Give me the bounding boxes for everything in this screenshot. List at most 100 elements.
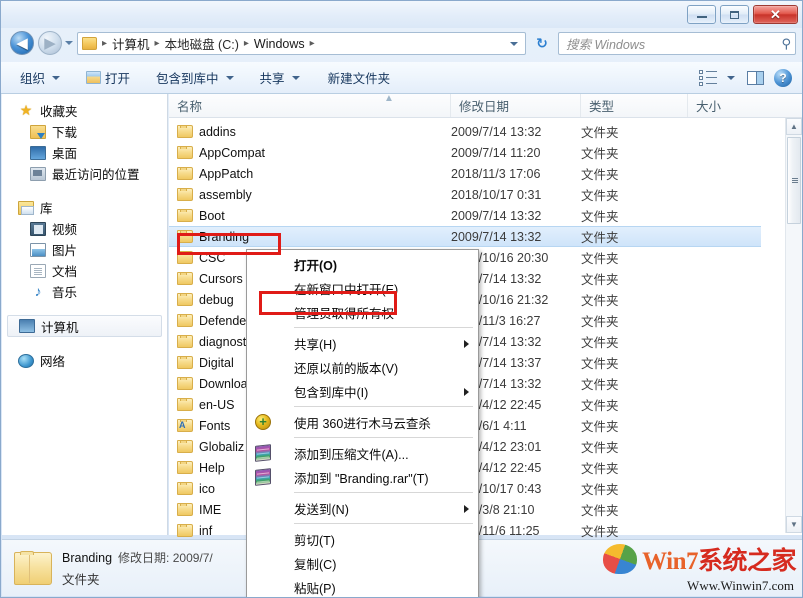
help-button[interactable]: ? [772,67,794,89]
file-name-cell: Boot [177,209,225,223]
breadcrumb-computer[interactable]: 计算机 [110,33,152,54]
table-row[interactable]: addins2009/7/14 13:32文件夹 [169,121,761,142]
sidebar-label-libraries: 库 [40,198,53,217]
documents-icon [30,264,46,278]
menu-item[interactable]: 打开(O) [247,252,478,276]
folder-icon [177,461,193,474]
organize-label: 组织 [20,68,45,87]
search-input[interactable]: 搜索 Windows [566,34,781,53]
column-header-row: 名称 修改日期 类型 大小 ▲ [169,94,803,118]
maximize-button[interactable] [720,5,749,24]
organize-button[interactable]: 组织 [11,64,69,91]
sidebar-item-desktop[interactable]: 桌面 [2,142,167,163]
change-view-button[interactable] [695,68,739,88]
menu-item[interactable]: 使用 360进行木马云查杀 [247,410,478,434]
address-bar[interactable]: ▸ 计算机 ▸ 本地磁盘 (C:) ▸ Windows ▸ [77,32,526,55]
scroll-up-button[interactable]: ▲ [786,118,802,135]
file-name-cell: CSC [177,251,225,265]
sidebar-item-recent-places[interactable]: 最近访问的位置 [2,163,167,184]
sidebar-item-pictures[interactable]: 图片 [2,239,167,260]
sidebar-item-downloads[interactable]: 下载 [2,121,167,142]
close-button[interactable]: ✕ [753,5,798,24]
folder-icon [177,335,193,348]
column-header-size[interactable]: 大小 [688,94,785,117]
menu-separator [294,406,473,407]
menu-item[interactable]: 复制(C) [247,551,478,575]
file-name-label: Digital [199,356,234,370]
menu-item[interactable]: 管理员取得所有权 [247,300,478,324]
context-menu[interactable]: 打开(O) 在新窗口中打开(E) 管理员取得所有权共享(H) 还原以前的版本(V) 包含… [246,249,479,598]
chevron-down-icon[interactable] [510,42,518,46]
new-folder-button[interactable]: 新建文件夹 [319,64,400,91]
close-icon: ✕ [770,7,781,23]
share-button[interactable]: 共享 [251,64,309,91]
file-date-cell: 2018/11/3 17:06 [451,167,540,181]
menu-item[interactable]: 还原以前的版本(V) [247,355,478,379]
open-button[interactable]: 打开 [77,64,139,91]
open-label: 打开 [105,68,130,87]
sidebar-item-network[interactable]: 网络 [2,350,167,371]
include-in-library-button[interactable]: 包含到库中 [147,64,243,91]
column-header-date[interactable]: 修改日期 [451,94,581,117]
column-header-type[interactable]: 类型 [581,94,688,117]
file-type-cell: 文件夹 [581,437,619,456]
menu-separator [294,437,473,438]
menu-item-label: 发送到(N) [294,499,349,518]
table-row[interactable]: AppPatch2018/11/3 17:06文件夹 [169,163,761,184]
menu-item[interactable]: 添加到压缩文件(A)... [247,441,478,465]
breadcrumb-local-disk[interactable]: 本地磁盘 (C:) [163,33,241,54]
breadcrumb-separator: ▸ [307,38,318,49]
table-row[interactable]: AppCompat2009/7/14 11:20文件夹 [169,142,761,163]
pictures-icon [30,243,46,257]
sidebar-divider [2,302,167,315]
refresh-button[interactable]: ↻ [530,32,554,55]
breadcrumb-windows[interactable]: Windows [252,36,307,52]
navigation-pane[interactable]: ★ 收藏夹 下载 桌面 最近访问的位置 库 视频 [2,94,168,535]
scrollbar-thumb[interactable] [787,137,801,224]
preview-pane-button[interactable] [741,69,770,87]
vertical-scrollbar[interactable]: ▲ ▼ [785,118,802,533]
sidebar-item-videos[interactable]: 视频 [2,218,167,239]
folder-icon [177,209,193,222]
minimize-button[interactable] [687,5,716,24]
forward-arrow-icon: ▶ [44,36,56,51]
folder-icon [177,146,193,159]
menu-item[interactable]: 在新窗口中打开(E) [247,276,478,300]
menu-separator [294,492,473,493]
folder-icon [177,503,193,516]
file-name-cell: Help [177,461,225,475]
sidebar-item-documents[interactable]: 文档 [2,260,167,281]
column-header-name[interactable]: 名称 [169,94,451,117]
sidebar-item-computer[interactable]: 计算机 [7,315,162,337]
file-type-cell: 文件夹 [581,353,619,372]
menu-item-label: 粘贴(P) [294,578,336,597]
menu-item[interactable]: 发送到(N) [247,496,478,520]
videos-icon [30,222,46,236]
search-box[interactable]: 搜索 Windows ⚲ [558,32,796,55]
forward-button[interactable]: ▶ [38,31,62,55]
back-button[interactable]: ◀ [10,31,34,55]
menu-item[interactable]: 添加到 "Branding.rar"(T) [247,465,478,489]
menu-item[interactable]: 包含到库中(I) [247,379,478,403]
file-type-cell: 文件夹 [581,227,619,246]
sidebar-item-music[interactable]: ♪ 音乐 [2,281,167,302]
file-name-cell: IME [177,503,221,517]
menu-item[interactable]: 共享(H) [247,331,478,355]
menu-item[interactable]: 剪切(T) [247,527,478,551]
file-name-cell: assembly [177,188,252,202]
history-dropdown-icon[interactable] [65,41,73,45]
sidebar-label-pictures: 图片 [52,240,77,259]
scroll-down-button[interactable]: ▼ [786,516,802,533]
menu-item-label: 在新窗口中打开(E) [294,279,398,298]
menu-item-label: 还原以前的版本(V) [294,358,398,377]
table-row[interactable]: Branding2009/7/14 13:32文件夹 [169,226,761,247]
file-name-label: IME [199,503,221,517]
table-row[interactable]: Boot2009/7/14 13:32文件夹 [169,205,761,226]
submenu-arrow-icon [464,340,469,348]
table-row[interactable]: assembly2018/10/17 0:31文件夹 [169,184,761,205]
chevron-down-icon [52,76,60,80]
file-name-label: CSC [199,251,225,265]
sidebar-group-libraries[interactable]: 库 [2,197,167,218]
menu-item[interactable]: 粘贴(P) [247,575,478,598]
sidebar-group-favorites[interactable]: ★ 收藏夹 [2,100,167,121]
